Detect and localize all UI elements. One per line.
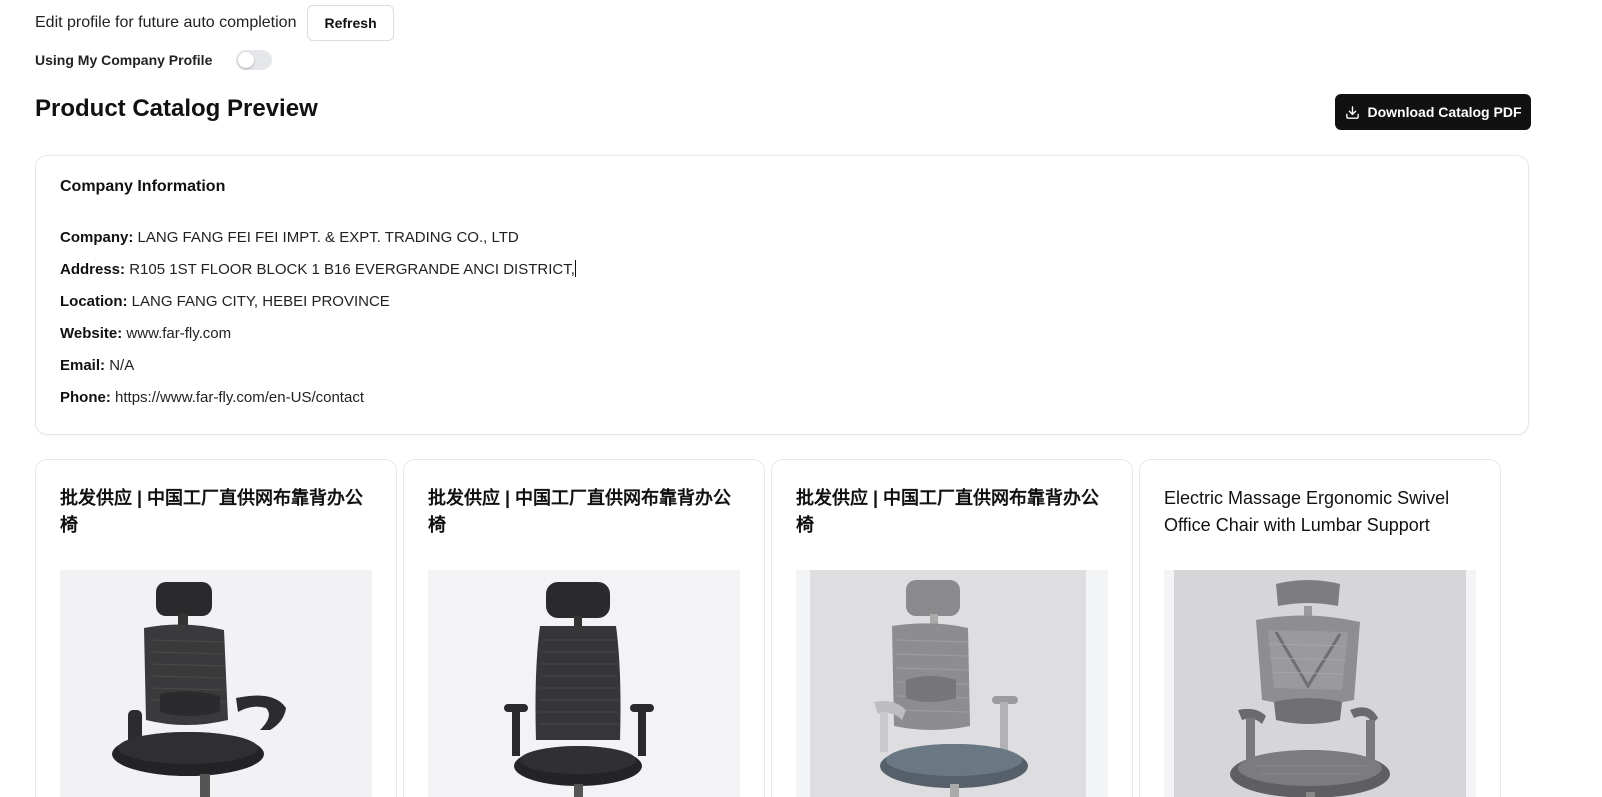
product-image [428, 570, 740, 797]
product-title: Electric Massage Ergonomic Swivel Office… [1164, 488, 1450, 535]
product-image [1164, 570, 1476, 797]
toggle-knob [238, 52, 255, 68]
website-line: Website: www.far-fly.com [60, 324, 576, 356]
location-label: Location: [60, 293, 128, 310]
email-label: Email: [60, 357, 106, 374]
product-title: 批发供应 | 中国工厂直供网布靠背办公椅 [60, 488, 364, 535]
company-label: Company: [60, 229, 134, 246]
address-value[interactable]: R105 1ST FLOOR BLOCK 1 B16 EVERGRANDE AN… [129, 261, 575, 278]
email-value: N/A [109, 357, 135, 374]
product-card[interactable]: 批发供应 | 中国工厂直供网布靠背办公椅 [771, 459, 1133, 797]
address-label: Address: [60, 261, 126, 278]
office-chair-icon [60, 570, 372, 797]
product-title: 批发供应 | 中国工厂直供网布靠背办公椅 [796, 488, 1100, 535]
refresh-button[interactable]: Refresh [307, 5, 394, 41]
phone-line: Phone: https://www.far-fly.com/en-US/con… [60, 388, 576, 420]
office-chair-icon [796, 570, 1108, 797]
product-card[interactable]: Electric Massage Ergonomic Swivel Office… [1139, 459, 1501, 797]
office-chair-icon [428, 570, 740, 797]
location-line: Location: LANG FANG CITY, HEBEI PROVINCE [60, 292, 576, 324]
page-title: Product Catalog Preview [35, 95, 318, 122]
toggle-label: Using My Company Profile [35, 52, 213, 68]
download-catalog-pdf-button[interactable]: Download Catalog PDF [1335, 94, 1531, 130]
product-grid: 批发供应 | 中国工厂直供网布靠背办公椅 批发供应 | 中国工厂直供网布靠背办公… [35, 459, 1529, 797]
edit-profile-text: Edit profile for future auto completion [35, 14, 297, 31]
company-profile-toggle[interactable] [236, 50, 273, 70]
company-information-title: Company Information [60, 178, 226, 195]
phone-value: https://www.far-fly.com/en-US/contact [115, 389, 364, 406]
product-image [60, 570, 372, 797]
download-button-label: Download Catalog PDF [1367, 104, 1522, 120]
phone-label: Phone: [60, 389, 111, 406]
page: Edit profile for future auto completion … [0, 0, 1602, 797]
email-line: Email: N/A [60, 356, 576, 388]
ergonomic-chair-icon [1164, 570, 1476, 797]
company-profile-toggle-row: Using My Company Profile [35, 48, 273, 72]
website-value: www.far-fly.com [126, 325, 232, 342]
download-icon [1345, 105, 1360, 120]
company-information-card: Company Information Company: LANG FANG F… [35, 155, 1529, 435]
text-cursor [574, 260, 576, 277]
company-info-list: Company: LANG FANG FEI FEI IMPT. & EXPT.… [60, 228, 576, 420]
product-card[interactable]: 批发供应 | 中国工厂直供网布靠背办公椅 [35, 459, 397, 797]
profile-edit-row: Edit profile for future auto completion … [35, 5, 394, 41]
product-title: 批发供应 | 中国工厂直供网布靠背办公椅 [428, 488, 732, 535]
location-value: LANG FANG CITY, HEBEI PROVINCE [131, 293, 390, 310]
address-line: Address: R105 1ST FLOOR BLOCK 1 B16 EVER… [60, 260, 576, 292]
company-name-line: Company: LANG FANG FEI FEI IMPT. & EXPT.… [60, 228, 576, 260]
product-image [796, 570, 1108, 797]
website-label: Website: [60, 325, 123, 342]
company-value: LANG FANG FEI FEI IMPT. & EXPT. TRADING … [137, 229, 519, 246]
product-card[interactable]: 批发供应 | 中国工厂直供网布靠背办公椅 [403, 459, 765, 797]
